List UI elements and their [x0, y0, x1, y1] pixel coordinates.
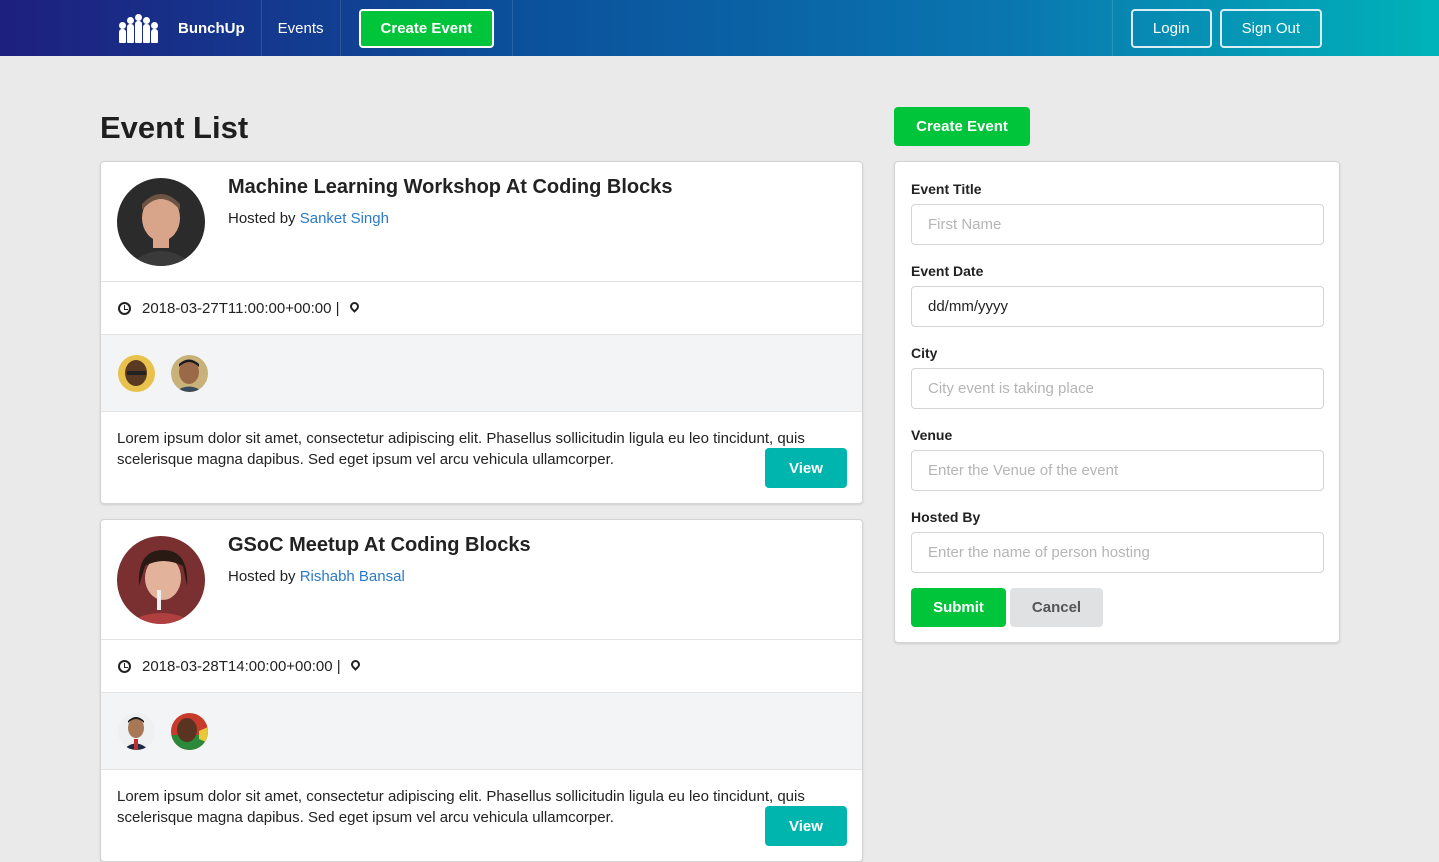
event-meta: 2018-03-28T14:00:00+00:00 | [101, 640, 862, 693]
event-meta: 2018-03-27T11:00:00+00:00 | [101, 282, 862, 335]
host-avatar [117, 178, 205, 266]
event-title-label: Event Title [911, 181, 982, 197]
city-input[interactable] [911, 368, 1324, 409]
map-pin-icon [347, 300, 361, 313]
event-card-header: Machine Learning Workshop At Coding Bloc… [101, 162, 862, 282]
event-title-field: Event Title [911, 181, 1324, 245]
sign-out-button[interactable]: Sign Out [1219, 8, 1322, 48]
top-navbar: BunchUp Events Create Event Login Sign O… [0, 0, 1439, 56]
map-pin-icon [348, 658, 362, 671]
view-event-button[interactable]: View [765, 448, 847, 488]
attendee-avatar[interactable] [171, 354, 208, 392]
event-description-section: Lorem ipsum dolor sit amet, consectetur … [101, 412, 862, 503]
page-title: Event List [100, 110, 249, 145]
cancel-button[interactable]: Cancel [1010, 588, 1103, 627]
hosted-by-field: Hosted By [911, 509, 1324, 573]
attendee-avatar[interactable] [171, 712, 208, 750]
brand-name: BunchUp [178, 19, 245, 37]
create-event-form: Event Title Event Date City Venue Hosted… [894, 161, 1340, 643]
event-description: Lorem ipsum dolor sit amet, consectetur … [117, 788, 805, 826]
submit-button[interactable]: Submit [911, 588, 1006, 627]
host-name-link[interactable]: Sanket Singh [300, 210, 389, 227]
event-date-label: Event Date [911, 263, 984, 279]
venue-label: Venue [911, 427, 953, 443]
hosted-by-prefix: Hosted by [228, 568, 300, 585]
event-card: GSoC Meetup At Coding Blocks Hosted by R… [100, 519, 863, 862]
hosted-by-label: Hosted By [911, 509, 981, 525]
meta-separator: | [331, 299, 344, 317]
hosted-by-prefix: Hosted by [228, 210, 300, 227]
venue-field: Venue [911, 427, 1324, 491]
nav-right-group: Login Sign Out [1111, 0, 1439, 56]
form-actions: Submit Cancel [911, 588, 1103, 627]
clock-icon [118, 659, 131, 673]
event-card: Machine Learning Workshop At Coding Bloc… [100, 161, 863, 504]
event-attendees [101, 335, 862, 412]
event-title: GSoC Meetup At Coding Blocks [228, 534, 531, 556]
event-datetime: 2018-03-28T14:00:00+00:00 [142, 657, 333, 675]
attendee-avatar[interactable] [118, 712, 155, 750]
event-date-field: Event Date [911, 263, 1324, 327]
host-avatar [117, 536, 205, 624]
meta-separator: | [332, 657, 345, 675]
nav-left-group: BunchUp Events Create Event [105, 0, 514, 56]
event-date-input[interactable] [911, 286, 1324, 327]
event-description: Lorem ipsum dolor sit amet, consectetur … [117, 430, 805, 468]
city-label: City [911, 345, 938, 361]
nav-create-event-button[interactable]: Create Event [358, 8, 495, 48]
event-hosted-by: Hosted by Sanket Singh [228, 210, 389, 227]
event-hosted-by: Hosted by Rishabh Bansal [228, 568, 405, 585]
event-title-input[interactable] [911, 204, 1324, 245]
event-datetime: 2018-03-27T11:00:00+00:00 [142, 299, 332, 317]
clock-icon [118, 301, 131, 315]
brand-link[interactable]: BunchUp [105, 0, 262, 56]
login-button[interactable]: Login [1130, 8, 1212, 48]
venue-input[interactable] [911, 450, 1324, 491]
people-logo-icon [119, 13, 158, 43]
event-title: Machine Learning Workshop At Coding Bloc… [228, 176, 673, 198]
view-event-button[interactable]: View [765, 806, 847, 846]
nav-events-link[interactable]: Events [262, 0, 341, 56]
nav-create-wrap: Create Event [341, 0, 514, 56]
event-description-section: Lorem ipsum dolor sit amet, consectetur … [101, 770, 862, 861]
city-field: City [911, 345, 1324, 409]
host-name-link[interactable]: Rishabh Bansal [300, 568, 405, 585]
event-attendees [101, 693, 862, 770]
hosted-by-input[interactable] [911, 532, 1324, 573]
sidebar-create-event-button[interactable]: Create Event [894, 107, 1030, 146]
event-card-header: GSoC Meetup At Coding Blocks Hosted by R… [101, 520, 862, 640]
attendee-avatar[interactable] [118, 354, 155, 392]
